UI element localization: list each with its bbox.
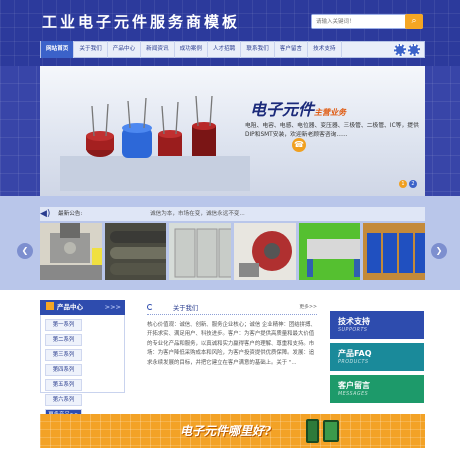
carousel-item-cabinets-row[interactable]: [363, 223, 426, 280]
carousel-next-button[interactable]: ❯: [431, 243, 447, 259]
category-item[interactable]: 第二系列: [45, 334, 82, 346]
gear-icon: [394, 44, 406, 56]
cube-icon: [46, 302, 54, 310]
search-input[interactable]: [312, 15, 402, 28]
banner-page-2[interactable]: 2: [409, 180, 417, 188]
sidebar-title-suffix: >>>: [104, 303, 121, 311]
category-item[interactable]: 第三系列: [45, 349, 82, 361]
nav-item-0[interactable]: 网站首页: [41, 41, 75, 58]
carousel-item-machine[interactable]: [40, 223, 102, 280]
nav-item-1[interactable]: 关于我们: [74, 41, 108, 58]
quick-link-en: MESSAGES: [338, 392, 369, 397]
about-section: 关于我们 更多>> 核心价值观：诚信、创新、服务企业核心；诚信 企业精神：团结拼…: [147, 300, 317, 398]
site-title: 工业电子元件服务商模板: [42, 13, 241, 31]
quick-link-en: SUPPORTS: [338, 328, 368, 333]
carousel-prev-button[interactable]: ❮: [17, 243, 33, 259]
banner-pager: 1 2: [399, 180, 417, 188]
nav-item-5[interactable]: 人才招聘: [208, 41, 242, 58]
category-item[interactable]: 第六系列: [45, 394, 82, 406]
speaker-icon: ◀): [40, 209, 51, 219]
carousel-item-gears[interactable]: [234, 223, 296, 280]
quick-link-label: 产品FAQ: [338, 349, 372, 358]
notice-label: 最新公告:: [58, 211, 83, 217]
about-more-link[interactable]: 更多>>: [299, 303, 317, 310]
quick-link-label: 客户留言: [338, 381, 370, 390]
product-sidebar: 产品中心 >>> 第一系列第二系列第三系列第四系列第五系列第六系列更多产品>>: [40, 300, 125, 421]
quick-link-1[interactable]: 产品FAQ PRODUCTS: [330, 343, 424, 371]
components-illustration: [60, 96, 250, 191]
sidebar-title: 产品中心: [57, 303, 83, 311]
phone-illustration-2: [323, 420, 339, 442]
quick-link-en: PRODUCTS: [338, 360, 369, 365]
quick-link-0[interactable]: 技术支持 SUPPORTS: [330, 311, 424, 339]
category-item[interactable]: 第一系列: [45, 319, 82, 331]
phone-illustration: [306, 419, 319, 443]
carousel-item-filter-press[interactable]: [298, 223, 361, 280]
notice-text: 诚信为本，市场在变，诚信永远不变...: [150, 211, 245, 217]
about-title: 关于我们: [173, 305, 199, 312]
carousel-item-cabinets[interactable]: [169, 223, 232, 280]
banner-title: 电子元件主营业务: [250, 96, 346, 120]
search-icon[interactable]: ⌕: [405, 14, 423, 29]
banner-subtitle: 主营业务: [314, 107, 347, 117]
nav-item-8[interactable]: 技术支持: [308, 41, 342, 58]
category-item[interactable]: 第五系列: [45, 379, 82, 391]
quick-link-label: 技术支持: [338, 317, 370, 326]
banner-page-1[interactable]: 1: [399, 180, 407, 188]
gears-decoration: [394, 44, 420, 56]
nav-item-4[interactable]: 成功案例: [175, 41, 208, 58]
sidebar-header: 产品中心 >>>: [40, 300, 125, 315]
banner-title-main: 电子元件: [250, 100, 315, 119]
nav-item-7[interactable]: 客户留言: [275, 41, 309, 58]
nav-item-6[interactable]: 联系我们: [241, 41, 275, 58]
product-carousel: [40, 223, 426, 280]
about-header: 关于我们 更多>>: [147, 300, 317, 315]
bottom-banner-text: 电子元件哪里好?: [180, 424, 272, 438]
carousel-item-rollers[interactable]: [104, 223, 167, 280]
about-text: 核心价值观：诚信、创新、服务企业核心；诚信 企业精神：团结拼搏、开拓求实、满足用…: [147, 322, 316, 366]
quick-link-2[interactable]: 客户留言 MESSAGES: [330, 375, 424, 403]
gear-icon: [408, 44, 420, 56]
nav-item-2[interactable]: 产品中心: [108, 41, 142, 58]
search-box: ⌕: [311, 14, 423, 29]
main-nav: 网站首页 关于我们 产品中心 新闻资讯 成功案例 人才招聘 联系我们 客户留言 技术支持: [40, 41, 425, 58]
banner-description: 电阻、电容、电感、电位器、变压器、三极管、二极管、IC等，提供DIP和SMT安装…: [245, 123, 419, 138]
nav-item-3[interactable]: 新闻资讯: [141, 41, 175, 58]
hero-banner: 电子元件主营业务 电阻、电容、电感、电位器、变压器、三极管、二极管、IC等，提供…: [40, 66, 425, 196]
category-list: 第一系列第二系列第三系列第四系列第五系列第六系列更多产品>>: [40, 315, 125, 421]
swirl-icon: [147, 304, 153, 310]
notice-bar: ◀) 最新公告: 诚信为本，市场在变，诚信永远不变...: [40, 207, 425, 221]
quick-links: 技术支持 SUPPORTS 产品FAQ PRODUCTS 客户留言 MESSAGES: [330, 311, 424, 407]
category-item[interactable]: 第四系列: [45, 364, 82, 376]
phone-icon: ☎: [292, 138, 306, 152]
bottom-banner[interactable]: 电子元件哪里好?: [40, 414, 425, 448]
